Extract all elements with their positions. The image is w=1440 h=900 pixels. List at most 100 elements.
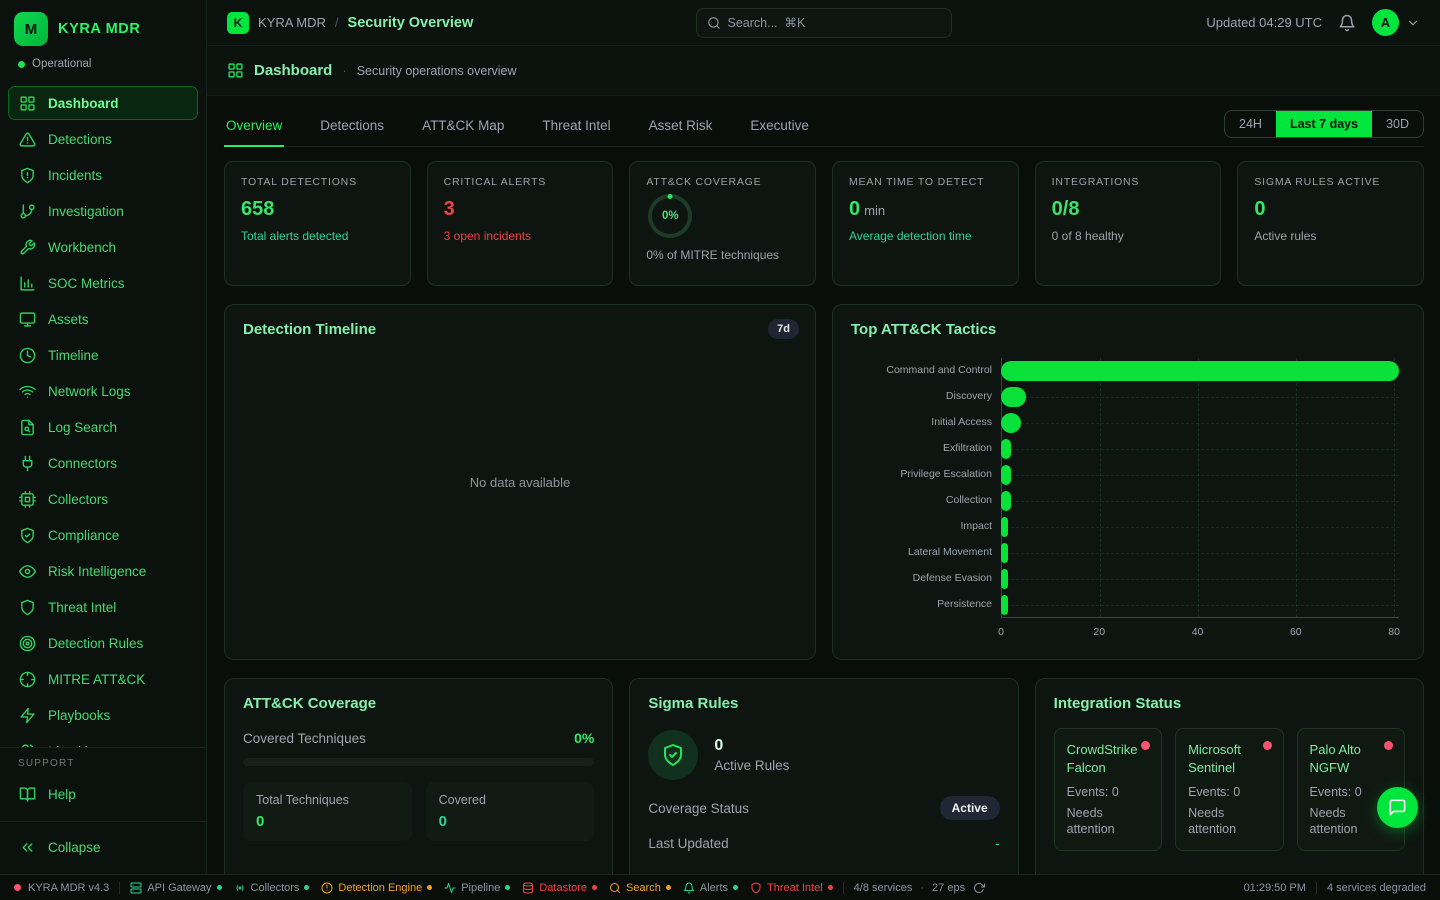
chart-category-label: Lateral Movement xyxy=(851,547,1001,559)
assets-icon xyxy=(19,311,36,328)
dashboard-icon xyxy=(227,62,244,79)
collapse-label: Collapse xyxy=(48,840,101,855)
sidebar-item[interactable]: Incidents xyxy=(8,158,198,192)
service-status-item: Collectors xyxy=(234,882,310,894)
risk-intelligence-icon xyxy=(19,563,36,580)
covered-cell: Covered 0 xyxy=(426,782,595,841)
chart-row: Exfiltration xyxy=(851,436,1399,462)
main-area: K KYRA MDR / Security Overview Updated 0… xyxy=(207,0,1440,874)
integration-name: Palo Alto NGFW xyxy=(1310,741,1376,776)
last-updated-value: - xyxy=(995,836,1000,851)
sidebar-item[interactable]: Collectors xyxy=(8,482,198,516)
avatar[interactable]: A xyxy=(1372,9,1399,36)
stat-card-mttd: MEAN TIME TO DETECT 0min Average detecti… xyxy=(832,161,1019,286)
time-range-button[interactable]: 30D xyxy=(1372,111,1423,137)
chart-bar xyxy=(1001,491,1011,511)
sidebar-item[interactable]: Detection Rules xyxy=(8,626,198,660)
tab[interactable]: Asset Risk xyxy=(647,108,715,147)
sidebar-item-label: Investigation xyxy=(48,204,124,219)
brand: M KYRA MDR xyxy=(0,0,206,54)
search-box[interactable] xyxy=(696,8,952,38)
integration-cards: CrowdStrike Falcon Events: 0 Needs atten… xyxy=(1054,728,1405,851)
stat-card-total-detections: TOTAL DETECTIONS 658 Total alerts detect… xyxy=(224,161,411,286)
database-icon xyxy=(522,882,534,894)
degraded-services: 4 services degraded xyxy=(1327,882,1426,894)
time-range-button[interactable]: 24H xyxy=(1225,111,1276,137)
sidebar-item[interactable]: Connectors xyxy=(8,446,198,480)
sidebar-item[interactable]: SOC Metrics xyxy=(8,266,198,300)
sidebar-item[interactable]: Workbench xyxy=(8,230,198,264)
sidebar-item-label: Timeline xyxy=(48,348,99,363)
updated-timestamp: Updated 04:29 UTC xyxy=(1206,15,1322,30)
service-status-item: Pipeline xyxy=(444,882,510,894)
stat-card-critical-alerts: CRITICAL ALERTS 3 3 open incidents xyxy=(427,161,614,286)
sidebar: M KYRA MDR Operational Dashboard Detect xyxy=(0,0,207,874)
sidebar-item-label: Dashboard xyxy=(48,96,119,111)
breadcrumb-app[interactable]: KYRA MDR xyxy=(258,15,326,30)
service-status-dot xyxy=(427,885,432,890)
sidebar-item-label: Playbooks xyxy=(48,708,110,723)
chat-button[interactable] xyxy=(1377,787,1418,828)
integration-card: CrowdStrike Falcon Events: 0 Needs atten… xyxy=(1054,728,1162,851)
bell-icon[interactable] xyxy=(1338,14,1356,32)
tab[interactable]: Threat Intel xyxy=(540,108,612,147)
sidebar-item-label: Log Search xyxy=(48,420,117,435)
service-label: Search xyxy=(626,882,661,894)
chart-row: Defense Evasion xyxy=(851,566,1399,592)
mitre-attack-icon xyxy=(19,671,36,688)
stat-cards-row: TOTAL DETECTIONS 658 Total alerts detect… xyxy=(224,161,1424,286)
refresh-icon[interactable] xyxy=(973,882,985,894)
service-label: Datastore xyxy=(539,882,587,894)
tab-label: Overview xyxy=(226,118,282,133)
tab-label: Threat Intel xyxy=(542,118,610,133)
tab[interactable]: ATT&CK Map xyxy=(420,108,506,147)
sidebar-item[interactable]: Compliance xyxy=(8,518,198,552)
sidebar-item-label: Risk Intelligence xyxy=(48,564,146,579)
chart-bar xyxy=(1001,465,1011,485)
user-menu[interactable]: A xyxy=(1372,9,1420,36)
sidebar-item-help[interactable]: Help xyxy=(8,777,198,811)
dashboard-icon xyxy=(19,95,36,112)
sidebar-item[interactable]: Threat Intel xyxy=(8,590,198,624)
stat-card-integrations: INTEGRATIONS 0/8 0 of 8 healthy xyxy=(1035,161,1222,286)
collapse-button[interactable]: Collapse xyxy=(8,830,198,864)
app-version: KYRA MDR v4.3 xyxy=(14,882,120,894)
sidebar-item-label: Compliance xyxy=(48,528,119,543)
tab[interactable]: Overview xyxy=(224,108,284,147)
tab[interactable]: Executive xyxy=(748,108,811,147)
statusbar-right: 01:29:50 PM 4 services degraded xyxy=(1244,882,1426,894)
integration-events: Events: 0 xyxy=(1067,785,1149,799)
integration-name: CrowdStrike Falcon xyxy=(1067,741,1133,776)
service-status-dot xyxy=(592,885,597,890)
sidebar-item[interactable]: Risk Intelligence xyxy=(8,554,198,588)
compliance-icon xyxy=(19,527,36,544)
attack-coverage-panel: ATT&CK Coverage Covered Techniques 0% To… xyxy=(224,678,613,874)
sidebar-item[interactable]: Identities xyxy=(8,734,198,747)
log-search-icon xyxy=(19,419,36,436)
search-input[interactable] xyxy=(728,16,941,30)
sidebar-item[interactable]: Dashboard xyxy=(8,86,198,120)
service-status-dot xyxy=(217,885,222,890)
sidebar-item[interactable]: Network Logs xyxy=(8,374,198,408)
sidebar-item[interactable]: Timeline xyxy=(8,338,198,372)
integration-status-text: Needs attention xyxy=(1188,805,1270,838)
sidebar-item[interactable]: MITRE ATT&CK xyxy=(8,662,198,696)
sidebar-item-label: Assets xyxy=(48,312,89,327)
sidebar-item[interactable]: Playbooks xyxy=(8,698,198,732)
search-icon xyxy=(609,882,621,894)
tab[interactable]: Detections xyxy=(318,108,386,147)
timeline-icon xyxy=(19,347,36,364)
service-status-dot xyxy=(304,885,309,890)
integration-events: Events: 0 xyxy=(1188,785,1270,799)
sidebar-item[interactable]: Assets xyxy=(8,302,198,336)
sidebar-item[interactable]: Log Search xyxy=(8,410,198,444)
coverage-progress-bar xyxy=(243,758,594,766)
sidebar-item[interactable]: Investigation xyxy=(8,194,198,228)
sidebar-item[interactable]: Detections xyxy=(8,122,198,156)
status-dot xyxy=(18,61,25,68)
service-status-item: Datastore xyxy=(522,882,597,894)
sidebar-item-label: Detection Rules xyxy=(48,636,143,651)
time-range-button[interactable]: Last 7 days xyxy=(1276,111,1372,137)
covered-techniques-value: 0% xyxy=(574,730,594,746)
status-bar: KYRA MDR v4.3 API Gateway Collectors xyxy=(0,874,1440,900)
